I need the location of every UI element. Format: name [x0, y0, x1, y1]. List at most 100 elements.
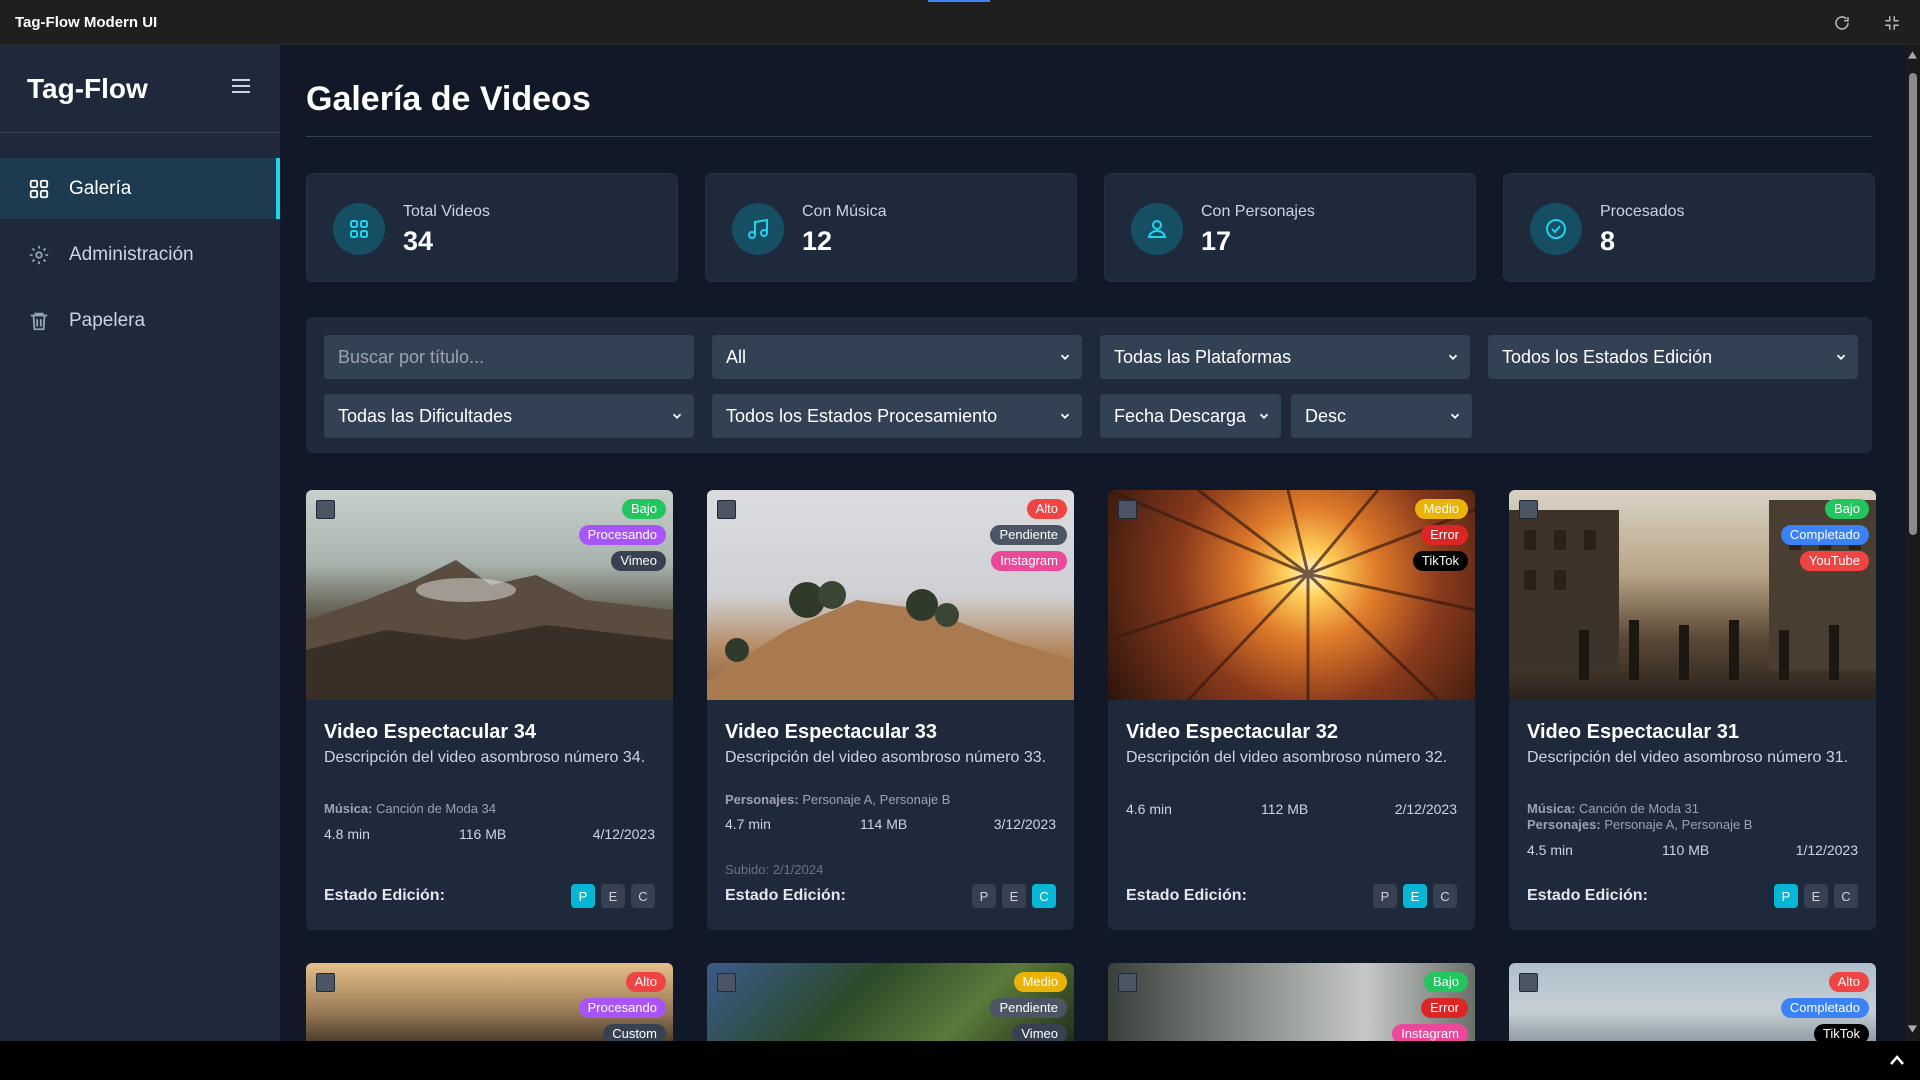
scrollbar-thumb[interactable]: [1909, 73, 1917, 535]
card-description: Descripción del video asombroso número 3…: [1527, 749, 1849, 766]
video-card[interactable]: Bajo Procesando Vimeo Video Espectacular…: [306, 490, 673, 930]
select-value: Fecha Descarga: [1114, 405, 1247, 426]
card-title[interactable]: Video Espectacular 32: [1126, 721, 1338, 744]
select-checkbox[interactable]: [717, 500, 736, 519]
sort-by-select[interactable]: Fecha Descarga: [1100, 394, 1281, 438]
order-select[interactable]: Desc: [1291, 394, 1472, 438]
edit-c-button[interactable]: C: [1834, 884, 1858, 908]
select-checkbox[interactable]: [316, 500, 335, 519]
process-badge: Completado: [1780, 998, 1869, 1018]
filters-panel: Buscar por título... All Todas las Plata…: [306, 317, 1872, 453]
difficulty-select[interactable]: Todas las Dificultades: [324, 394, 694, 438]
edit-p-button[interactable]: P: [1373, 884, 1397, 908]
refresh-icon[interactable]: [1831, 12, 1853, 34]
select-checkbox[interactable]: [1118, 500, 1137, 519]
file-size: 110 MB: [1662, 842, 1710, 858]
edit-e-button[interactable]: E: [1002, 884, 1026, 908]
duration: 4.7 min: [725, 816, 771, 832]
select-value: Desc: [1305, 405, 1347, 426]
select-value: Todos los Estados Edición: [1502, 346, 1713, 367]
divider: [306, 136, 1872, 137]
stat-label: Total Videos: [403, 203, 490, 220]
select-checkbox[interactable]: [717, 973, 736, 992]
edit-c-button[interactable]: C: [1433, 884, 1457, 908]
edit-e-button[interactable]: E: [1804, 884, 1828, 908]
edit-p-button[interactable]: P: [571, 884, 595, 908]
video-card[interactable]: Bajo Error Instagram: [1108, 963, 1475, 1041]
difficulty-badge: Alto: [1026, 499, 1067, 519]
titlebar-accent: [928, 0, 990, 2]
select-checkbox[interactable]: [1519, 500, 1538, 519]
download-date: 1/12/2023: [1795, 842, 1858, 858]
download-date: 4/12/2023: [592, 826, 655, 842]
platform-badge: TikTok: [1813, 1024, 1869, 1041]
platform-badge: Vimeo: [1012, 1024, 1067, 1041]
download-date: 3/12/2023: [993, 816, 1056, 832]
video-card[interactable]: Alto Completado TikTok: [1509, 963, 1876, 1041]
stat-card-characters: Con Personajes 17: [1104, 173, 1476, 282]
platform-select[interactable]: Todas las Plataformas: [1100, 335, 1470, 379]
edit-p-button[interactable]: P: [1774, 884, 1798, 908]
sidebar-item-galeria[interactable]: Galería: [0, 158, 280, 219]
search-input[interactable]: Buscar por título...: [324, 335, 694, 379]
card-description: Descripción del video asombroso número 3…: [324, 749, 646, 766]
stat-card-total: Total Videos 34: [306, 173, 678, 282]
chevron-down-icon: [1836, 354, 1846, 360]
process-badge: Procesando: [578, 998, 666, 1018]
video-card[interactable]: Bajo Completado YouTube Video Espectacul…: [1509, 490, 1876, 930]
stat-value: 34: [403, 226, 434, 256]
card-description: Descripción del video asombroso número 3…: [1126, 749, 1448, 766]
difficulty-badge: Alto: [1828, 972, 1869, 992]
compress-icon[interactable]: [1881, 12, 1903, 34]
scroll-up-icon[interactable]: [1908, 51, 1917, 59]
scroll-down-icon[interactable]: [1908, 1025, 1917, 1033]
chevron-up-icon[interactable]: [1890, 1055, 1904, 1065]
file-size: 114 MB: [860, 816, 908, 832]
scrollbar[interactable]: [1905, 45, 1920, 1041]
characters-info: Personajes: Personaje A, Personaje B: [725, 792, 950, 807]
main-content: Galería de Videos Total Videos 34 Con Mú…: [280, 45, 1905, 1041]
creator-select[interactable]: All: [712, 335, 1082, 379]
sidebar-item-papelera[interactable]: Papelera: [0, 290, 280, 351]
menu-icon[interactable]: [229, 74, 253, 103]
video-card[interactable]: Medio Pendiente Vimeo: [707, 963, 1074, 1041]
edit-p-button[interactable]: P: [972, 884, 996, 908]
stat-card-music: Con Música 12: [705, 173, 1077, 282]
process-badge: Error: [1421, 525, 1468, 545]
select-value: All: [726, 346, 747, 367]
music-info: Música: Canción de Moda 31: [1527, 801, 1699, 816]
select-checkbox[interactable]: [1118, 973, 1137, 992]
select-checkbox[interactable]: [316, 973, 335, 992]
grid-icon: [27, 177, 51, 201]
process-badge: Error: [1421, 998, 1468, 1018]
characters-label: Personajes:: [1527, 817, 1601, 832]
edit-state-toggles: PEC: [1367, 884, 1457, 908]
process-state-select[interactable]: Todos los Estados Procesamiento: [712, 394, 1082, 438]
card-title[interactable]: Video Espectacular 33: [725, 721, 937, 744]
difficulty-badge: Medio: [1414, 499, 1468, 519]
file-size: 112 MB: [1261, 801, 1309, 817]
video-card[interactable]: Medio Error TikTok Video Espectacular 32…: [1108, 490, 1475, 930]
duration: 4.5 min: [1527, 842, 1573, 858]
user-icon: [1131, 203, 1183, 255]
stat-label: Con Personajes: [1201, 203, 1315, 220]
card-title[interactable]: Video Espectacular 31: [1527, 721, 1739, 744]
stat-card-processed: Procesados 8: [1503, 173, 1875, 282]
video-card[interactable]: Alto Pendiente Instagram Video Espectacu…: [707, 490, 1074, 930]
card-title[interactable]: Video Espectacular 34: [324, 721, 536, 744]
edit-e-button[interactable]: E: [601, 884, 625, 908]
edit-c-button[interactable]: C: [1032, 884, 1056, 908]
card-description: Descripción del video asombroso número 3…: [725, 749, 1047, 766]
stat-label: Con Música: [802, 203, 887, 220]
chevron-down-icon: [1060, 413, 1070, 419]
brand-name: Tag-Flow: [27, 72, 148, 104]
select-checkbox[interactable]: [1519, 973, 1538, 992]
video-card[interactable]: Alto Procesando Custom: [306, 963, 673, 1041]
process-badge: Completado: [1780, 525, 1869, 545]
badge-stack: Alto Pendiente Instagram: [990, 499, 1067, 577]
sidebar-item-administracion[interactable]: Administración: [0, 224, 280, 285]
music-label: Música:: [324, 801, 373, 816]
edit-state-select[interactable]: Todos los Estados Edición: [1488, 335, 1858, 379]
edit-e-button[interactable]: E: [1403, 884, 1427, 908]
edit-c-button[interactable]: C: [631, 884, 655, 908]
